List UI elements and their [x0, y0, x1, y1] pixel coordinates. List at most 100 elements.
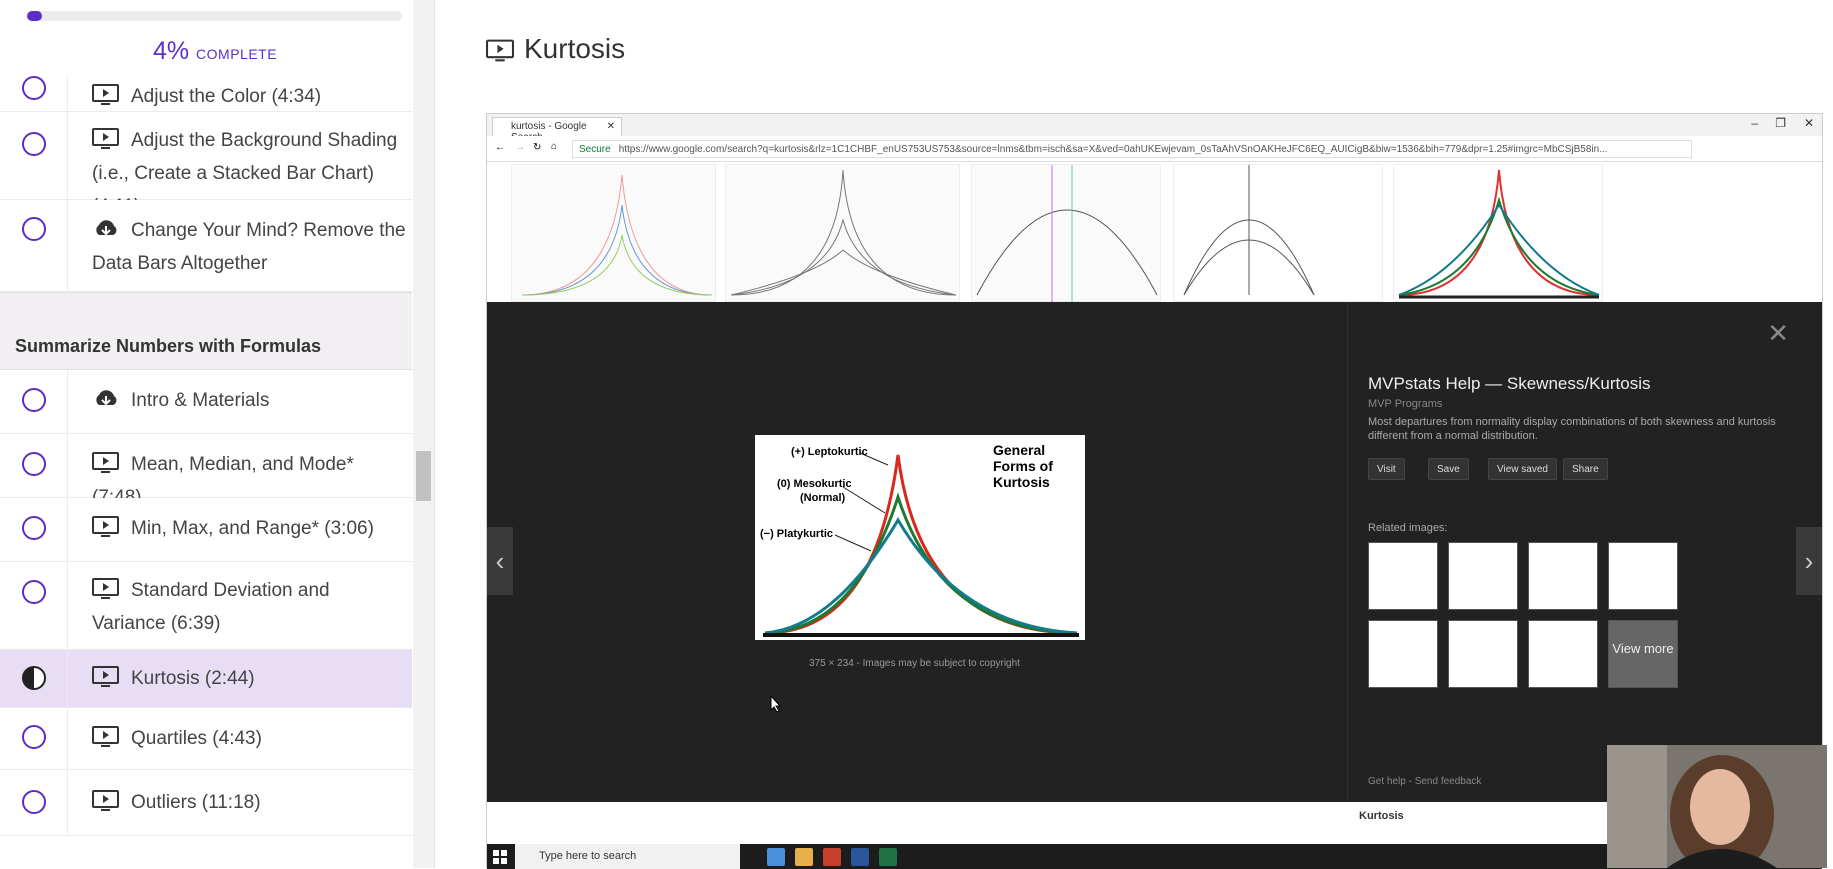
lesson-item[interactable]: Mean, Median, and Mode* (7:48)	[0, 434, 412, 508]
lesson-item[interactable]: Standard Deviation and Variance (6:39)	[0, 562, 412, 650]
kurtosis-preview-image[interactable]: (+) Leptokurtic (0) Mesokurtic (Normal) …	[755, 435, 1085, 640]
related-image[interactable]	[1368, 542, 1438, 610]
lesson-item[interactable]: Change Your Mind? Remove the Data Bars A…	[0, 200, 412, 292]
close-viewer-icon[interactable]: ✕	[1767, 318, 1789, 349]
course-sidebar: Adjust the Color (4:34) Adjust the Backg…	[0, 0, 435, 868]
save-button-label: Save	[1437, 464, 1460, 475]
sidebar-scrollbar[interactable]	[413, 0, 434, 868]
home-icon[interactable]: ⌂	[551, 141, 557, 152]
progress-label: 4% COMPLETE	[0, 37, 430, 66]
view-more-label: View more	[1612, 641, 1674, 656]
view-saved-label: View saved	[1497, 464, 1548, 475]
lesson-status-col	[0, 370, 68, 433]
share-button-label: Share	[1572, 464, 1599, 475]
incomplete-circle-icon	[22, 217, 46, 241]
lesson-title: Min, Max, and Range* (3:06)	[92, 512, 406, 545]
image-title-line: General	[993, 442, 1045, 458]
save-button[interactable]: Save	[1428, 458, 1469, 480]
lesson-item[interactable]: Quartiles (4:43)	[0, 708, 412, 770]
related-image[interactable]	[1528, 620, 1598, 688]
visit-button[interactable]: Visit	[1368, 458, 1405, 480]
related-image[interactable]	[1448, 542, 1518, 610]
image-title-line: Kurtosis	[993, 474, 1050, 490]
image-title-line: Forms of	[993, 458, 1053, 474]
forward-icon[interactable]: →	[515, 142, 525, 153]
download-icon	[96, 390, 117, 406]
reload-icon[interactable]: ↻	[533, 142, 541, 153]
lesson-item[interactable]: Min, Max, and Range* (3:06)	[0, 498, 412, 562]
leptokurtic-label: (+) Leptokurtic	[791, 446, 868, 458]
result-thumbnail-selected[interactable]	[1393, 164, 1603, 302]
incomplete-circle-icon	[22, 452, 46, 476]
word-icon[interactable]	[851, 848, 869, 866]
restore-icon[interactable]: ❐	[1775, 116, 1786, 130]
related-image[interactable]	[1528, 542, 1598, 610]
image-description: Most departures from normality display c…	[1368, 416, 1776, 442]
url-bar[interactable]: Secure https://www.google.com/search?q=ku…	[572, 140, 1692, 158]
scrollbar-thumb[interactable]	[416, 451, 431, 501]
page-title: Kurtosis	[486, 33, 625, 65]
lesson-title: Change Your Mind? Remove the Data Bars A…	[92, 214, 406, 280]
incomplete-circle-icon	[22, 76, 46, 100]
image-title[interactable]: MVPstats Help — Skewness/Kurtosis	[1368, 374, 1650, 394]
play-icon	[92, 578, 119, 599]
section-title: Summarize Numbers with Formulas	[15, 336, 322, 356]
lesson-title: Intro & Materials	[92, 384, 406, 417]
result-thumbnail[interactable]	[725, 164, 960, 302]
play-icon	[92, 128, 119, 149]
lesson-title-text: Change Your Mind? Remove the Data Bars A…	[92, 220, 406, 274]
secure-label: Secure	[579, 144, 611, 155]
taskbar-search-input[interactable]: Type here to search	[515, 844, 740, 869]
mesokurtic-label: (0) Mesokurtic	[777, 478, 852, 490]
lesson-status-col	[0, 650, 68, 707]
play-icon	[92, 726, 119, 747]
lesson-title-text: Intro & Materials	[131, 390, 270, 411]
windows-start-icon[interactable]	[493, 850, 507, 864]
help-feedback-links[interactable]: Get help - Send feedback	[1368, 776, 1481, 787]
related-images-label: Related images:	[1368, 522, 1448, 534]
back-icon[interactable]: ←	[495, 142, 505, 153]
image-info-panel: ✕ MVPstats Help — Skewness/Kurtosis MVP …	[1347, 302, 1817, 802]
image-size-copyright: 375 × 234 - Images may be subject to cop…	[809, 658, 1020, 669]
related-image[interactable]	[1368, 620, 1438, 688]
powerpoint-icon[interactable]	[823, 848, 841, 866]
lesson-title: Standard Deviation and Variance (6:39)	[92, 574, 406, 640]
lesson-title-text: Outliers (11:18)	[131, 792, 261, 813]
related-image[interactable]	[1608, 542, 1678, 610]
incomplete-circle-icon	[22, 388, 46, 412]
instructor-video-frame	[1607, 745, 1827, 868]
progress-percent: 4%	[152, 37, 190, 65]
browser-tab[interactable]: kurtosis - Google Search✕	[492, 117, 622, 143]
previous-image-icon[interactable]: ‹	[487, 527, 513, 595]
lesson-item[interactable]: Adjust the Background Shading (i.e., Cre…	[0, 112, 412, 217]
close-tab-icon[interactable]: ✕	[607, 121, 615, 132]
minimize-icon[interactable]: –	[1751, 116, 1758, 130]
result-thumbnail[interactable]	[971, 164, 1161, 303]
lesson-item[interactable]: Intro & Materials	[0, 370, 412, 434]
instructor-webcam	[1607, 745, 1827, 868]
view-more-button[interactable]: View more	[1608, 620, 1678, 688]
incomplete-circle-icon	[22, 516, 46, 540]
chrome-icon[interactable]	[767, 848, 785, 866]
lesson-status-col	[0, 112, 68, 199]
file-explorer-icon[interactable]	[795, 848, 813, 866]
share-button[interactable]: Share	[1563, 458, 1608, 480]
lesson-status-col	[0, 200, 68, 291]
lesson-item[interactable]: Outliers (11:18)	[0, 770, 412, 836]
lesson-title-text: Min, Max, and Range* (3:06)	[131, 518, 374, 539]
thumbnail-graphic	[1183, 165, 1315, 296]
lesson-status-col	[0, 562, 68, 649]
result-thumbnail[interactable]	[511, 164, 716, 302]
lesson-item-active[interactable]: Kurtosis (2:44)	[0, 650, 412, 708]
view-saved-button[interactable]: View saved	[1488, 458, 1557, 480]
related-image[interactable]	[1448, 620, 1518, 688]
close-window-icon[interactable]: ✕	[1804, 116, 1814, 130]
url-text: https://www.google.com/search?q=kurtosis…	[618, 144, 1608, 155]
play-icon	[92, 516, 119, 537]
progress-complete-label: COMPLETE	[196, 46, 278, 62]
incomplete-circle-icon	[22, 725, 46, 749]
address-bar-row: ← → ↻ ⌂ Secure https://www.google.com/sea…	[487, 136, 1822, 162]
excel-icon[interactable]	[879, 848, 897, 866]
result-thumbnail[interactable]	[1173, 164, 1383, 302]
lesson-title-text: Standard Deviation and Variance (6:39)	[92, 580, 330, 634]
